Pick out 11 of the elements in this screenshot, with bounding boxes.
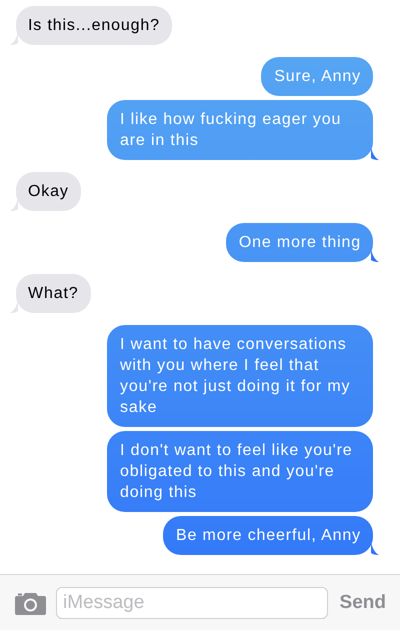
message-bubble: What? <box>16 274 90 313</box>
camera-icon[interactable] <box>15 590 46 614</box>
message-field[interactable]: iMessage <box>56 586 328 618</box>
message-bubble: Be more cheerful, Anny <box>162 516 373 555</box>
message-bubble: Is this...enough? <box>16 6 172 45</box>
message-bubble: Okay <box>16 172 81 211</box>
message-bubble: I don't want to feel like you're obligated to this and you're doing this <box>107 431 373 512</box>
message-bubble: Sure, Anny <box>261 57 373 96</box>
message-bubble: One more thing <box>226 223 373 262</box>
message-bubble: I want to have conversations with you where I feel that you're not just doing it for my sake <box>107 325 373 427</box>
message-bubble: I like how fucking eager you are in this <box>107 100 373 160</box>
